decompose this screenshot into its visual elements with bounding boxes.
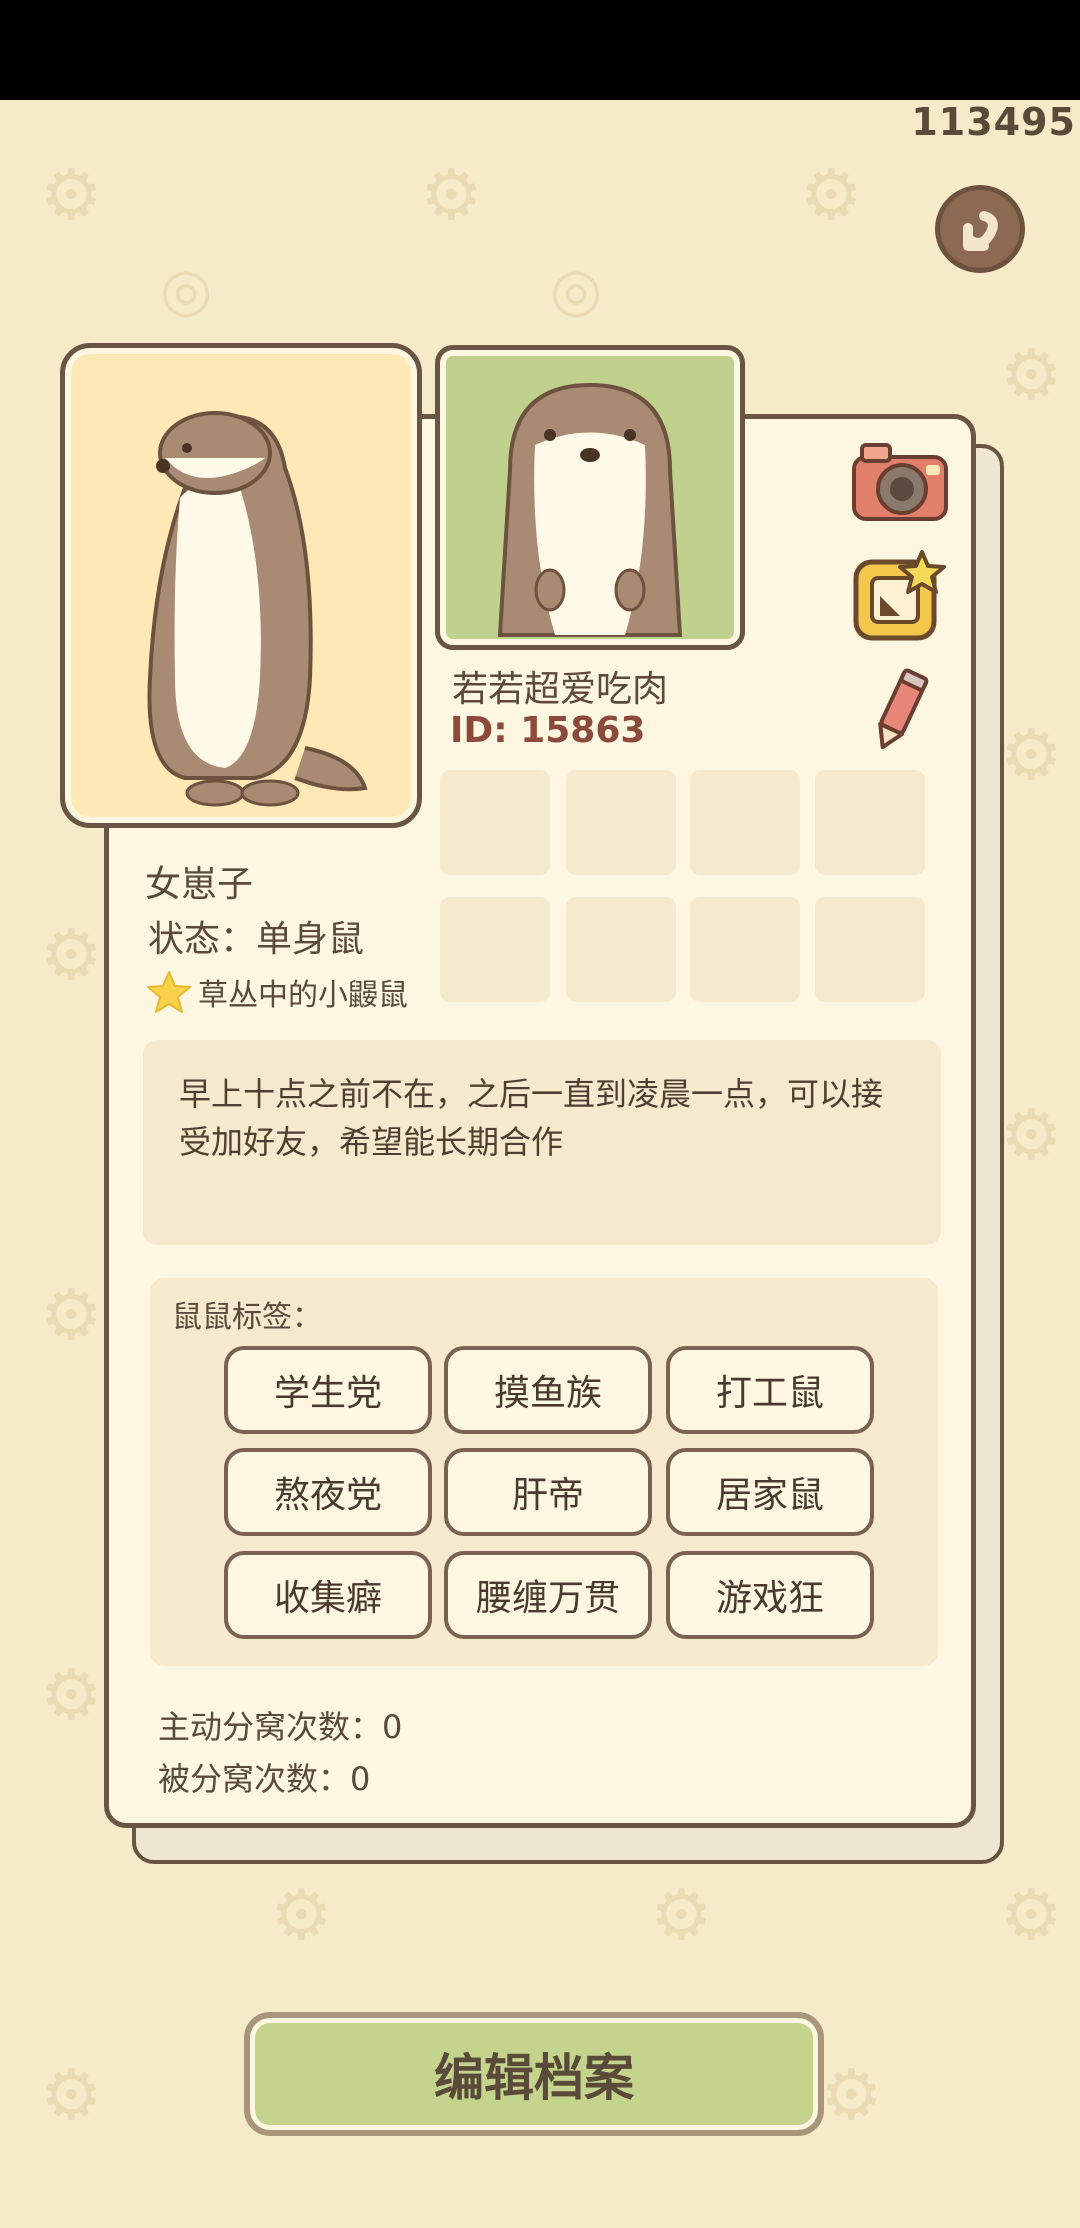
gear-icon: ⚙ [40, 1654, 103, 1736]
badge-slot[interactable] [566, 897, 676, 1002]
gear-icon: ⚙ [650, 1874, 713, 1956]
tag-label: 收集癖 [273, 1578, 382, 1619]
gear-icon: ⚙ [1000, 1094, 1063, 1176]
tag-chip[interactable]: 学生党 [224, 1346, 432, 1434]
secondary-avatar-photo[interactable] [435, 345, 745, 650]
tag-chip[interactable]: 游戏狂 [666, 1551, 874, 1639]
gear-icon: ⚙ [800, 154, 863, 236]
tag-label: 熬夜党 [273, 1475, 382, 1516]
tag-chip[interactable]: 收集癖 [224, 1551, 432, 1639]
tag-label: 肝帝 [511, 1475, 584, 1516]
star-icon [147, 971, 191, 1013]
gender-text: 女崽子 [145, 864, 254, 905]
otter-illustration [147, 411, 368, 807]
gear-icon: ⚙ [820, 2054, 883, 2136]
gear-icon: ⚙ [1000, 334, 1063, 416]
otter-illustration [497, 382, 683, 637]
badge-slot[interactable] [815, 770, 925, 875]
counter-text: 113495 [911, 100, 1076, 144]
edit-profile-label: 编辑档案 [434, 2049, 634, 2107]
tag-label: 打工鼠 [715, 1373, 824, 1414]
badge-slot[interactable] [690, 770, 800, 875]
active-split-count: 主动分窝次数：0 [158, 1708, 403, 1746]
title-text: 草丛中的小鼹鼠 [198, 978, 408, 1013]
tag-chip[interactable]: 熬夜党 [224, 1448, 432, 1536]
frame-star-icon [853, 550, 946, 641]
tag-chip[interactable]: 肝帝 [444, 1448, 652, 1536]
tag-label: 游戏狂 [715, 1578, 824, 1619]
nickname-text: 若若超爱吃肉 [452, 669, 669, 710]
badge-slot[interactable] [815, 897, 925, 1002]
gear-icon: ⚙ [40, 154, 103, 236]
gear-icon: ⚙ [1000, 1874, 1063, 1956]
back-button[interactable] [935, 185, 1025, 273]
edit-profile-button[interactable]: 编辑档案 [244, 2012, 824, 2136]
tags-title: 鼠鼠标签： [172, 1300, 322, 1335]
status-bar [0, 0, 1080, 100]
tag-chip[interactable]: 腰缠万贯 [444, 1551, 652, 1639]
frame-button[interactable] [850, 548, 950, 647]
compass-icon: ◎ [160, 255, 213, 325]
badge-slot[interactable] [440, 897, 550, 1002]
gear-icon: ⚙ [1000, 714, 1063, 796]
main-avatar-photo[interactable] [60, 343, 422, 828]
gear-icon: ⚙ [420, 154, 483, 236]
passive-split-count: 被分窝次数：0 [158, 1760, 371, 1798]
user-id-text: ID: 15863 [450, 710, 646, 751]
bio-box[interactable]: 早上十点之前不在，之后一直到凌晨一点，可以接受加好友，希望能长期合作 [143, 1040, 941, 1245]
compass-icon: ◎ [550, 255, 603, 325]
gear-icon: ⚙ [270, 1874, 333, 1956]
badge-slot[interactable] [566, 770, 676, 875]
tag-label: 学生党 [273, 1373, 382, 1414]
bio-text: 早上十点之前不在，之后一直到凌晨一点，可以接受加好友，希望能长期合作 [179, 1075, 884, 1161]
badge-slot[interactable] [440, 770, 550, 875]
camera-icon [852, 443, 948, 521]
camera-button[interactable] [850, 437, 950, 531]
tag-chip[interactable]: 打工鼠 [666, 1346, 874, 1434]
title-row: 草丛中的小鼹鼠 [146, 970, 408, 1014]
tag-label: 居家鼠 [715, 1475, 824, 1516]
tag-label: 摸鱼族 [493, 1373, 602, 1414]
gear-icon: ⚙ [40, 1274, 103, 1356]
badge-slot[interactable] [690, 897, 800, 1002]
tag-label: 腰缠万贯 [475, 1578, 620, 1619]
gear-icon: ⚙ [40, 914, 103, 996]
gear-icon: ⚙ [40, 2054, 103, 2136]
tags-section: 鼠鼠标签： 学生党 摸鱼族 打工鼠 熬夜党 肝帝 居家鼠 收集癖 腰缠万贯 游戏… [150, 1278, 938, 1666]
back-arrow-icon [963, 211, 998, 251]
tag-chip[interactable]: 居家鼠 [666, 1448, 874, 1536]
tag-chip[interactable]: 摸鱼族 [444, 1346, 652, 1434]
pencil-icon [878, 668, 929, 750]
edit-name-button[interactable] [860, 665, 940, 759]
status-text: 状态：单身鼠 [148, 919, 365, 960]
